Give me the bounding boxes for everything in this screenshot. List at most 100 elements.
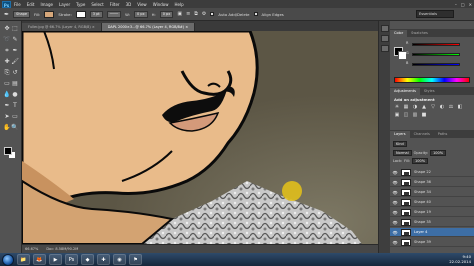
maximize-icon[interactable]: □ (461, 2, 465, 7)
history-panel-icon[interactable] (381, 25, 389, 32)
blur-tool-icon[interactable]: 💧 (3, 91, 11, 99)
adjustment-icon[interactable]: ▲ (421, 104, 427, 110)
lasso-tool-icon[interactable]: ➰ (3, 36, 11, 44)
eye-visibility-icon[interactable]: 👁 (392, 220, 398, 225)
move-tool-icon[interactable]: ✥ (3, 25, 11, 33)
history-brush-tool-icon[interactable]: ↺ (11, 69, 19, 77)
workspace-select[interactable]: Essentials (416, 10, 454, 18)
adjustment-icon[interactable]: ◧ (457, 104, 463, 110)
adjustment-icon[interactable]: ■ (421, 112, 427, 118)
menu-type[interactable]: Type (76, 2, 85, 7)
eye-visibility-icon[interactable]: 👁 (392, 170, 398, 175)
clone-stamp-tool-icon[interactable]: ⎘ (3, 69, 11, 77)
tab-paths[interactable]: Paths (434, 131, 452, 138)
align-edges-checkbox[interactable] (253, 12, 258, 16)
adjustment-icon[interactable]: ▣ (394, 112, 400, 118)
layer-row[interactable]: 👁 Shape 34 (390, 188, 474, 197)
menu-help[interactable]: Help (174, 2, 183, 7)
eye-visibility-icon[interactable]: 👁 (392, 210, 398, 215)
color-spectrum-bar[interactable] (394, 77, 470, 83)
adjustment-icon[interactable]: ⚖ (448, 104, 454, 110)
menu-3d[interactable]: 3D (126, 2, 132, 7)
document-canvas[interactable] (22, 31, 378, 244)
foreground-color-swatch[interactable] (4, 147, 12, 155)
menu-view[interactable]: View (137, 2, 147, 7)
eyedropper-tool-icon[interactable]: ✒ (11, 47, 19, 55)
tab-adjustments[interactable]: Adjustments (390, 88, 420, 95)
layer-row[interactable]: 👁 Shape 19 (390, 208, 474, 217)
photoshop-icon[interactable]: Ps (65, 254, 78, 265)
eye-visibility-icon[interactable]: 👁 (392, 200, 398, 205)
tab-channels[interactable]: Channels (410, 131, 434, 138)
path-align-icon[interactable]: ≡ (186, 11, 190, 17)
properties-panel-icon[interactable] (381, 35, 389, 42)
adjustment-icon[interactable]: ☀ (394, 104, 400, 110)
opacity-field[interactable]: 100% (430, 149, 447, 156)
crop-tool-icon[interactable]: ⌗ (3, 47, 11, 55)
gradient-tool-icon[interactable]: ▤ (11, 80, 19, 88)
blue-slider[interactable] (412, 63, 460, 66)
menu-select[interactable]: Select (91, 2, 103, 7)
layer-row[interactable]: 👁 Shape 22 (390, 168, 474, 177)
blend-mode-select[interactable]: Normal (393, 149, 412, 156)
height-field[interactable]: 0 px (159, 10, 174, 18)
eye-visibility-icon[interactable]: 👁 (392, 190, 398, 195)
adjustment-icon[interactable]: ◑ (412, 104, 418, 110)
system-tray-clock[interactable]: 9:40 22.02.2014 (449, 254, 471, 264)
pen-tool-icon[interactable]: ✒ (3, 102, 11, 110)
tab-styles[interactable]: Styles (420, 88, 439, 95)
start-button[interactable] (2, 253, 14, 266)
layer-row[interactable]: 👁 Shape 36 (390, 178, 474, 187)
app5-icon[interactable]: ◆ (81, 254, 94, 265)
marquee-tool-icon[interactable]: ⬚ (11, 25, 19, 33)
menu-filter[interactable]: Filter (110, 2, 120, 7)
zoom-tool-icon[interactable]: 🔍 (11, 124, 19, 132)
firefox-icon[interactable]: 🦊 (33, 254, 46, 265)
width-field[interactable]: 0 px (133, 10, 148, 18)
dodge-tool-icon[interactable]: ● (11, 91, 19, 99)
type-tool-icon[interactable]: T (11, 102, 19, 110)
adjustment-icon[interactable]: ◐ (439, 104, 445, 110)
tab-layers[interactable]: Layers (390, 131, 410, 138)
adjustment-icon[interactable]: ◫ (403, 112, 409, 118)
explorer-icon[interactable]: 📁 (17, 254, 30, 265)
eye-visibility-icon[interactable]: 👁 (392, 230, 398, 235)
app7-icon[interactable]: ◉ (113, 254, 126, 265)
brush-tool-icon[interactable]: 🖌 (11, 58, 19, 66)
tab-color[interactable]: Color (390, 30, 408, 37)
red-slider[interactable] (412, 43, 460, 46)
layer-row[interactable]: 👁 Layer 4 (390, 228, 474, 237)
menu-layer[interactable]: Layer (59, 2, 70, 7)
menu-window[interactable]: Window (153, 2, 169, 7)
stroke-style-select[interactable]: ──── (106, 10, 122, 18)
close-icon[interactable]: ✕ (469, 2, 472, 7)
settings-gear-icon[interactable]: ⚙ (202, 11, 206, 17)
quick-select-tool-icon[interactable]: ✎ (11, 36, 19, 44)
document-tab[interactable]: DAPL 2000×3...@ 66.7% (Layer 4, RGB/8#) … (101, 23, 196, 31)
adjustment-icon[interactable]: ▥ (412, 112, 418, 118)
healing-brush-tool-icon[interactable]: ✚ (3, 58, 11, 66)
eye-visibility-icon[interactable]: 👁 (392, 180, 398, 185)
media-icon[interactable]: ▶ (49, 254, 62, 265)
document-tab[interactable]: Fuller.jpg @ 66.7% (Layer 4, RGB/8) × (22, 23, 102, 31)
stroke-color-swatch[interactable] (75, 10, 86, 18)
layer-row[interactable]: 👁 Shape 35 (390, 218, 474, 227)
stroke-width-field[interactable]: 3 pt (89, 10, 103, 18)
menu-file[interactable]: File (14, 2, 21, 7)
tab-swatches[interactable]: Swatches (407, 30, 432, 37)
layer-row[interactable]: 👁 Shape 40 (390, 198, 474, 207)
tool-mode-select[interactable]: Shape (13, 10, 30, 18)
app6-icon[interactable]: ✚ (97, 254, 110, 265)
adjustment-icon[interactable]: ▦ (403, 104, 409, 110)
shape-tool-icon[interactable]: ▭ (11, 113, 19, 121)
path-arrange-icon[interactable]: ⧉ (194, 11, 198, 17)
fill-color-swatch[interactable] (44, 10, 55, 18)
green-slider[interactable] (412, 53, 460, 56)
hand-tool-icon[interactable]: ✋ (3, 124, 11, 132)
app8-icon[interactable]: ⚑ (129, 254, 142, 265)
eraser-tool-icon[interactable]: ▭ (3, 80, 11, 88)
layer-kind-filter[interactable]: Kind (393, 140, 407, 147)
zoom-level[interactable]: 66.67% (25, 247, 38, 251)
path-select-tool-icon[interactable]: ➤ (3, 113, 11, 121)
path-ops-icon[interactable]: ▣ (177, 11, 182, 17)
